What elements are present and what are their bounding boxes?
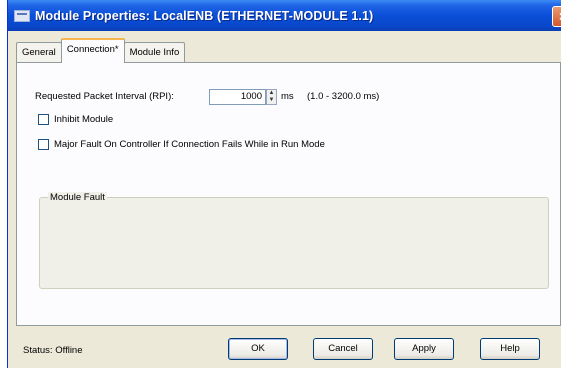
rpi-input[interactable]: 1000 [209, 89, 266, 105]
close-button[interactable]: × [552, 6, 561, 27]
connection-panel: Requested Packet Interval (RPI): 1000 ▲ … [16, 62, 561, 326]
spin-down-icon[interactable]: ▼ [267, 97, 276, 104]
inhibit-module-label[interactable]: Inhibit Module [54, 114, 113, 125]
module-fault-label: Module Fault [48, 192, 107, 203]
help-button[interactable]: Help [480, 338, 540, 360]
tab-module-info[interactable]: Module Info [123, 42, 186, 63]
window-title: Module Properties: LocalENB (ETHERNET-MO… [35, 8, 374, 23]
spin-up-icon[interactable]: ▲ [267, 90, 276, 97]
major-fault-checkbox[interactable] [38, 139, 49, 150]
module-properties-dialog: Module Properties: LocalENB (ETHERNET-MO… [7, 0, 561, 368]
window-icon [14, 9, 30, 22]
cancel-button[interactable]: Cancel [313, 338, 373, 360]
major-fault-label[interactable]: Major Fault On Controller If Connection … [54, 139, 325, 150]
tab-general[interactable]: General [16, 42, 62, 63]
status-text: Status: Offline [23, 345, 83, 356]
title-bar[interactable]: Module Properties: LocalENB (ETHERNET-MO… [8, 0, 561, 31]
rpi-spinner[interactable]: ▲ ▼ [266, 89, 277, 105]
rpi-unit: ms [281, 91, 294, 102]
inhibit-module-checkbox[interactable] [38, 114, 49, 125]
rpi-label: Requested Packet Interval (RPI): [35, 91, 174, 102]
tab-connection[interactable]: Connection* [60, 38, 125, 63]
module-fault-group: Module Fault [39, 192, 549, 289]
ok-button[interactable]: OK [228, 338, 288, 360]
apply-button[interactable]: Apply [394, 338, 454, 360]
rpi-range: (1.0 - 3200.0 ms) [307, 91, 380, 102]
tab-strip: General Connection* Module Info [16, 38, 186, 63]
